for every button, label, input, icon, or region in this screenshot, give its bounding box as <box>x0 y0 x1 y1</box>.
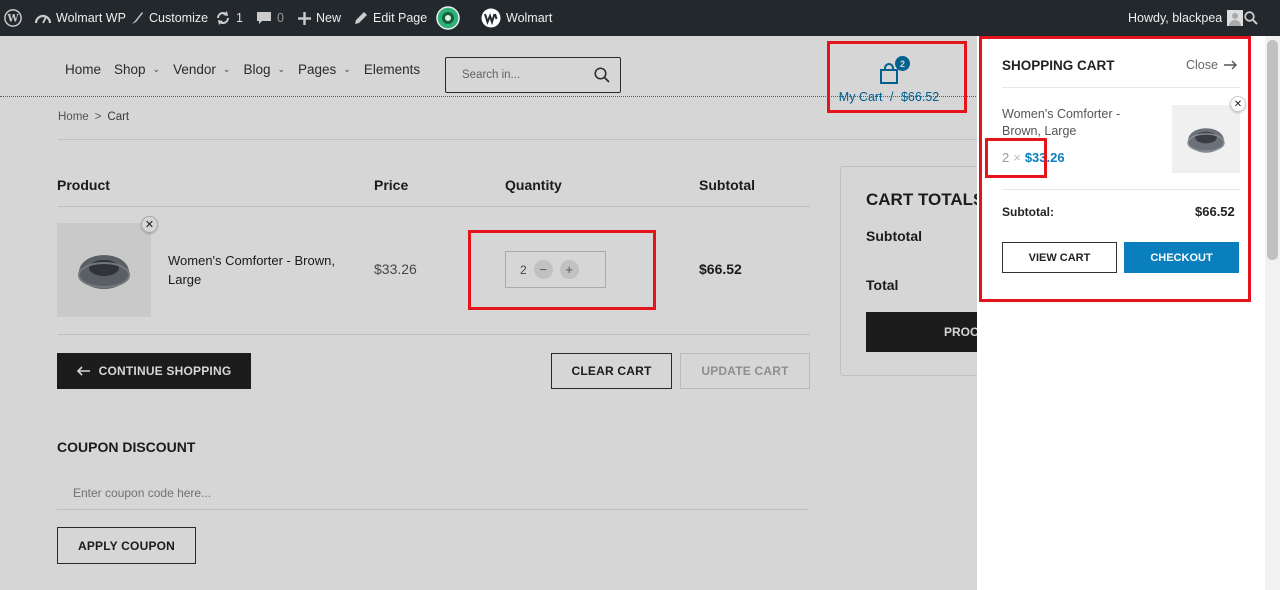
product-image <box>1187 128 1225 153</box>
remove-item-button[interactable]: ✕ <box>1230 96 1246 112</box>
howdy-label: Howdy, blackpea <box>1128 11 1223 25</box>
wolmart-label: Wolmart <box>506 11 553 25</box>
item-qty: 2 <box>1002 150 1010 165</box>
mini-cart-title: SHOPPING CART <box>1002 58 1115 73</box>
times-symbol: × <box>1013 150 1021 165</box>
scrollbar[interactable] <box>1265 36 1280 590</box>
site-name-link[interactable]: Wolmart WP <box>35 0 126 36</box>
wordpress-logo-icon[interactable]: W <box>4 0 22 36</box>
mini-cart-item-qty: 2 × $33.26 <box>1002 150 1065 165</box>
site-name: Wolmart WP <box>56 11 126 25</box>
dim-overlay[interactable] <box>0 36 977 590</box>
plus-icon <box>298 11 311 25</box>
updates-count: 1 <box>236 11 243 25</box>
updates-icon <box>217 11 229 25</box>
mini-cart-subtotal-value: $66.52 <box>1195 204 1235 219</box>
scrollbar-thumb[interactable] <box>1267 40 1278 260</box>
brush-icon <box>132 12 143 24</box>
avatar-icon <box>1227 10 1244 26</box>
item-price: $33.26 <box>1024 150 1065 165</box>
admin-bar: W Wolmart WP Customize 1 0 New Edit Page… <box>0 0 1280 36</box>
plugin-badge-icon[interactable] <box>436 0 460 36</box>
mini-cart-item-thumbnail[interactable] <box>1172 105 1240 173</box>
button-label: CHECKOUT <box>1150 251 1213 264</box>
wolmart-link[interactable]: Wolmart <box>481 0 552 36</box>
comment-icon <box>257 11 271 24</box>
customize-link[interactable]: Customize <box>130 0 208 36</box>
svg-text:W: W <box>6 14 19 25</box>
mini-cart-item-name[interactable]: Women's Comforter - Brown, Large <box>1002 106 1152 140</box>
edit-page-label: Edit Page <box>373 11 428 25</box>
my-account-link[interactable]: Howdy, blackpea <box>1128 0 1244 36</box>
button-label: VIEW CART <box>1028 251 1091 264</box>
checkout-button[interactable]: CHECKOUT <box>1124 242 1239 273</box>
comments-link[interactable]: 0 <box>256 0 284 36</box>
wolmart-logo-icon <box>481 8 501 28</box>
new-label: New <box>316 11 342 25</box>
edit-page-link[interactable]: Edit Page <box>354 0 427 36</box>
dashboard-icon <box>35 14 51 24</box>
new-content-link[interactable]: New <box>298 0 341 36</box>
arrow-right-icon <box>1223 60 1237 70</box>
admin-search-icon[interactable] <box>1244 0 1258 36</box>
divider <box>1002 87 1240 88</box>
close-label: Close <box>1186 58 1218 72</box>
divider <box>1002 189 1240 190</box>
mini-cart-subtotal-label: Subtotal: <box>1002 205 1054 219</box>
close-button[interactable]: Close <box>1186 58 1237 72</box>
mini-cart-panel: SHOPPING CART Close Women's Comforter - … <box>977 36 1265 590</box>
comments-count: 0 <box>277 11 284 25</box>
view-cart-button[interactable]: VIEW CART <box>1002 242 1117 273</box>
customize-label: Customize <box>149 11 209 25</box>
pencil-icon <box>355 12 367 24</box>
updates-link[interactable]: 1 <box>215 0 243 36</box>
